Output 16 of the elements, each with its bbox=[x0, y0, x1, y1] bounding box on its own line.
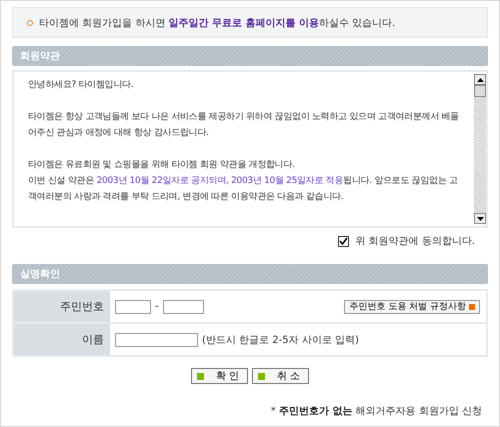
terms-paragraph: 타이젬은 유료회원 및 쇼핑몰을 위해 타이젬 회원 약관을 개정합니다. bbox=[28, 159, 296, 172]
agree-label: 위 회원약관에 동의합니다. bbox=[355, 235, 475, 248]
name-hint: (반드시 한글로 2-5자 사이로 입력) bbox=[202, 334, 359, 346]
field-label: 주민번호 bbox=[60, 299, 104, 314]
notice-text: 타이젬에 회원가입을 하시면 일주일간 무료로 홈페이지를 이용하실수 있습니다. bbox=[39, 16, 396, 30]
terms-paragraph: 타이젬은 항상 고객님들께 보다 나은 서비스를 제공하기 위하여 끊임없이 노력하고 있으며 고객여러분께서 베풀어주신 관심과 애정에 대해 항상 감사드립니다. bbox=[28, 111, 460, 140]
field-label: 이름 bbox=[82, 332, 104, 347]
form-button[interactable]: 취 소 bbox=[252, 368, 309, 384]
terms-paragraph: 안녕하세요? 타이젬입니다. bbox=[28, 79, 134, 92]
terms-paragraph: 이번 신설 약관은 2003년 10월 22일자로 공지되며, 2003년 10월 25일자로 적용됩니다. 앞으로도 끊임없는 고객여러분의 사랑과 격려를 부탁 드리며, 변경에 따른 이용약관은 다음과 같습니다. bbox=[28, 175, 459, 204]
form-button[interactable]: 확 인 bbox=[191, 368, 248, 384]
section-title: 회원약관 bbox=[20, 50, 60, 63]
section-title: 실명확인 bbox=[20, 268, 60, 281]
dash-text: - bbox=[155, 301, 159, 312]
overseas-signup-link[interactable]: *주민번호가 없는 해외거주자용 회원가입 신청 bbox=[270, 406, 482, 417]
rules-button[interactable]: 주민번호 도용 처벌 규정사항 bbox=[344, 300, 480, 314]
